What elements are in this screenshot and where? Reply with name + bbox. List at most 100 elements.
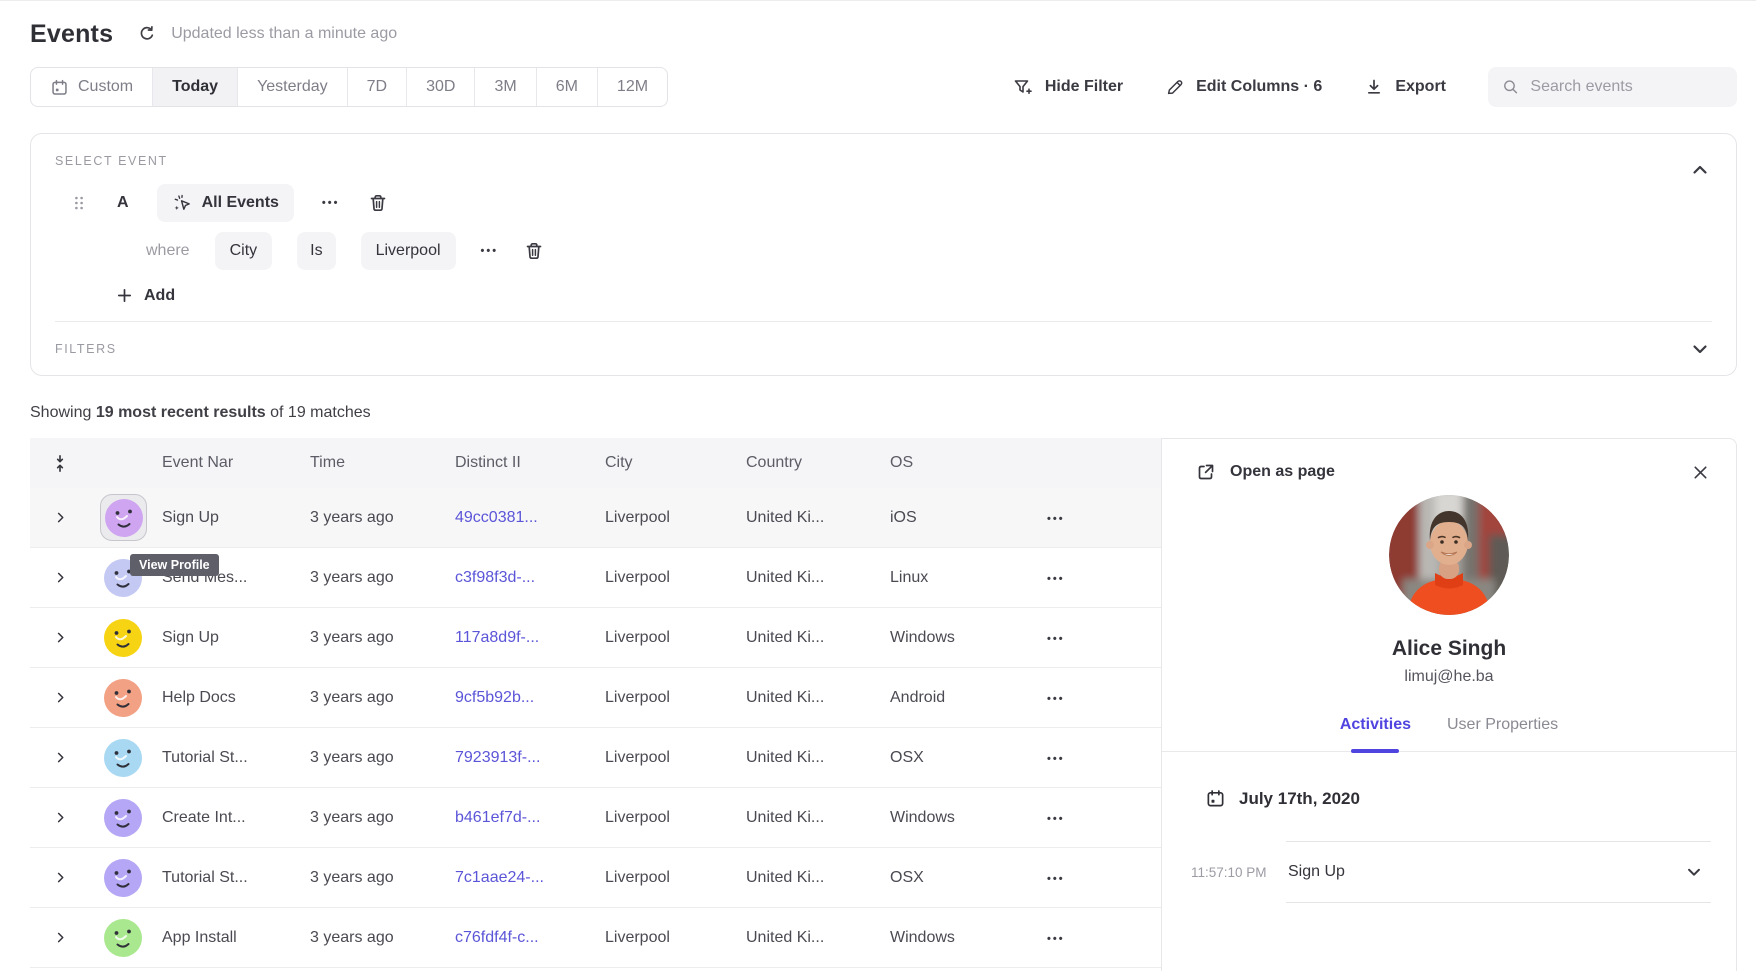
time-cell: 3 years ago xyxy=(306,629,451,647)
calendar-icon xyxy=(50,78,69,97)
filter-options-button[interactable]: ••• xyxy=(481,245,499,257)
open-as-page-button[interactable]: Open as page xyxy=(1195,461,1335,483)
expand-row-button[interactable] xyxy=(30,870,90,885)
distinct-id-link[interactable]: 49cc0381... xyxy=(451,509,601,527)
row-actions-button[interactable]: ••• xyxy=(1047,573,1065,585)
table-row[interactable]: Tutorial St... 3 years ago 7923913f-... … xyxy=(30,728,1161,788)
event-name-cell: Create Int... xyxy=(158,809,306,827)
collapse-all-rows-button[interactable] xyxy=(30,453,90,474)
column-header-time: Time xyxy=(306,454,451,472)
close-panel-button[interactable] xyxy=(1691,463,1710,482)
filters-section[interactable]: FILTERS xyxy=(31,322,1736,375)
collapse-section-button[interactable] xyxy=(1690,160,1710,180)
city-cell: Liverpool xyxy=(601,869,742,887)
avatar[interactable] xyxy=(104,919,142,957)
table-row[interactable]: Tutorial St... 3 years ago 7c1aae24-... … xyxy=(30,848,1161,908)
activity-time: 11:57:10 PM xyxy=(1191,865,1286,880)
expand-row-button[interactable] xyxy=(30,930,90,945)
tab-3m[interactable]: 3M xyxy=(474,68,535,106)
property-chip[interactable]: City xyxy=(215,232,273,270)
avatar[interactable] xyxy=(105,499,143,537)
avatar[interactable] xyxy=(104,799,142,837)
avatar-face-icon xyxy=(104,619,142,657)
activity-event-dropdown[interactable]: Sign Up xyxy=(1286,841,1711,903)
refresh-icon xyxy=(137,24,157,44)
distinct-id-link[interactable]: 7923913f-... xyxy=(451,749,601,767)
distinct-id-link[interactable]: 117a8d9f-... xyxy=(451,629,601,647)
expand-row-button[interactable] xyxy=(30,810,90,825)
expand-row-button[interactable] xyxy=(30,510,90,525)
distinct-id-link[interactable]: b461ef7d-... xyxy=(451,809,601,827)
row-actions-button[interactable]: ••• xyxy=(1047,513,1065,525)
trash-icon xyxy=(367,192,389,214)
chevron-down-icon[interactable] xyxy=(1690,339,1710,359)
summary-count: 19 most recent results xyxy=(96,404,266,421)
pencil-icon xyxy=(1165,77,1185,97)
add-event-button[interactable]: Add xyxy=(115,286,175,305)
hide-filter-button[interactable]: Hide Filter xyxy=(1012,77,1123,97)
distinct-id-link[interactable]: c3f98f3d-... xyxy=(451,569,601,587)
column-header-os: OS xyxy=(886,454,1005,472)
delete-event-button[interactable] xyxy=(367,192,389,214)
distinct-id-link[interactable]: 7c1aae24-... xyxy=(451,869,601,887)
panel-header: Open as page xyxy=(1162,439,1736,483)
add-label: Add xyxy=(144,287,175,305)
expand-row-button[interactable] xyxy=(30,570,90,585)
query-builder-card: SELECT EVENT A All Events ••• where City… xyxy=(30,133,1737,376)
row-actions-button[interactable]: ••• xyxy=(1047,933,1065,945)
tab-7d[interactable]: 7D xyxy=(347,68,406,106)
distinct-id-link[interactable]: c76fdf4f-c... xyxy=(451,929,601,947)
expand-row-button[interactable] xyxy=(30,630,90,645)
tab-activities[interactable]: Activities xyxy=(1340,716,1411,751)
country-cell: United Ki... xyxy=(742,749,886,767)
value-chip[interactable]: Liverpool xyxy=(361,232,456,270)
os-cell: Windows xyxy=(886,629,1005,647)
row-actions-button[interactable]: ••• xyxy=(1047,753,1065,765)
event-name-cell: Sign Up xyxy=(158,509,306,527)
expand-row-button[interactable] xyxy=(30,690,90,705)
page-title: Events xyxy=(30,20,113,49)
search-input[interactable] xyxy=(1530,78,1723,96)
table-row[interactable]: Sign Up 3 years ago 49cc0381... Liverpoo… xyxy=(30,488,1161,548)
row-actions-button[interactable]: ••• xyxy=(1047,813,1065,825)
table-row[interactable]: App Install 3 years ago c76fdf4f-c... Li… xyxy=(30,908,1161,968)
city-cell: Liverpool xyxy=(601,689,742,707)
external-link-icon xyxy=(1195,461,1217,483)
row-actions-button[interactable]: ••• xyxy=(1047,693,1065,705)
export-button[interactable]: Export xyxy=(1364,77,1446,97)
avatar[interactable] xyxy=(104,859,142,897)
table-row[interactable]: Create Int... 3 years ago b461ef7d-... L… xyxy=(30,788,1161,848)
tab-yesterday[interactable]: Yesterday xyxy=(237,68,347,106)
all-events-chip[interactable]: All Events xyxy=(157,184,294,222)
operator-chip[interactable]: Is xyxy=(297,232,335,270)
refresh-button[interactable] xyxy=(137,24,157,44)
tab-user-properties[interactable]: User Properties xyxy=(1447,716,1558,751)
row-actions-button[interactable]: ••• xyxy=(1047,873,1065,885)
row-actions-button[interactable]: ••• xyxy=(1047,633,1065,645)
table-row[interactable]: Help Docs 3 years ago 9cf5b92b... Liverp… xyxy=(30,668,1161,728)
avatar[interactable] xyxy=(104,679,142,717)
time-cell: 3 years ago xyxy=(306,869,451,887)
delete-filter-button[interactable] xyxy=(523,240,545,262)
table-row[interactable]: Sign Up 3 years ago 117a8d9f-... Liverpo… xyxy=(30,608,1161,668)
avatar[interactable] xyxy=(104,739,142,777)
activity-date-row: July 17th, 2020 xyxy=(1205,788,1736,809)
chevron-right-icon xyxy=(53,510,68,525)
distinct-id-link[interactable]: 9cf5b92b... xyxy=(451,689,601,707)
events-page: Events Updated less than a minute ago Cu… xyxy=(0,0,1756,971)
event-clause-row: A All Events ••• xyxy=(55,184,1712,222)
os-cell: iOS xyxy=(886,509,1005,527)
tab-12m[interactable]: 12M xyxy=(597,68,667,106)
edit-columns-button[interactable]: Edit Columns · 6 xyxy=(1165,77,1322,97)
drag-handle[interactable] xyxy=(69,193,89,213)
tab-today[interactable]: Today xyxy=(152,68,237,106)
events-table: Event Nar Time Distinct II City Country … xyxy=(30,438,1161,968)
tab-30d[interactable]: 30D xyxy=(406,68,474,106)
event-options-button[interactable]: ••• xyxy=(322,197,340,209)
results-summary: Showing 19 most recent results of 19 mat… xyxy=(30,404,1737,422)
tab-label: 12M xyxy=(617,78,648,96)
tab-6m[interactable]: 6M xyxy=(536,68,597,106)
expand-row-button[interactable] xyxy=(30,750,90,765)
tab-custom[interactable]: Custom xyxy=(31,68,152,106)
avatar[interactable] xyxy=(104,619,142,657)
